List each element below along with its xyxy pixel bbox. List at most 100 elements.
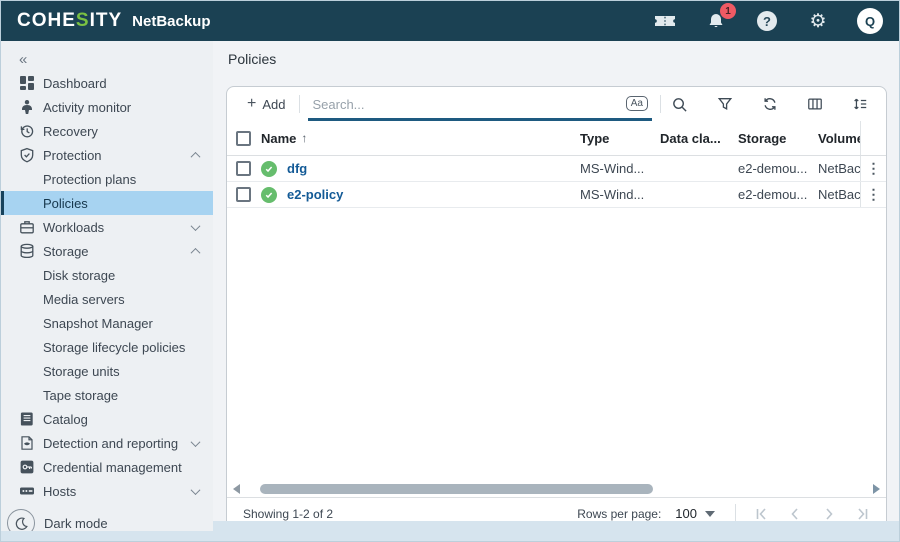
header-data-classification[interactable]: Data cla... (660, 131, 738, 146)
cell-storage: e2-demou... (738, 161, 818, 176)
window-bottom-strip (213, 521, 899, 531)
credential-key-icon (19, 459, 35, 475)
scrollbar-thumb[interactable] (260, 484, 654, 494)
next-page-button[interactable] (820, 505, 838, 523)
chevron-up-icon (191, 247, 201, 257)
policy-name-link[interactable]: dfg (287, 161, 307, 176)
chevron-down-icon (191, 221, 201, 231)
chevron-down-icon (191, 485, 201, 495)
toolbar-divider (299, 95, 300, 113)
sidebar-item-storage[interactable]: Storage (1, 239, 213, 263)
search-icon[interactable] (669, 94, 689, 114)
table-row: e2-policy MS-Wind... e2-demou... NetBac … (227, 182, 886, 208)
page-title: Policies (228, 51, 276, 67)
status-ok-icon (261, 161, 277, 177)
refresh-icon[interactable] (760, 94, 780, 114)
columns-icon[interactable] (805, 94, 825, 114)
notification-badge: 1 (720, 3, 736, 19)
header-volume-pool[interactable]: Volume p (818, 131, 860, 146)
dashboard-icon (19, 75, 35, 91)
sidebar-item-hosts[interactable]: Hosts (1, 479, 213, 503)
row-checkbox[interactable] (236, 187, 251, 202)
ticket-icon[interactable] (653, 9, 677, 33)
sidebar-item-disk-storage[interactable]: Disk storage (1, 263, 213, 287)
sidebar-collapse-button[interactable]: « (1, 47, 213, 71)
sidebar: « Dashboard Activity monitor Recovery Pr… (1, 41, 213, 531)
help-icon[interactable]: ? (755, 9, 779, 33)
search-input[interactable] (308, 97, 621, 112)
table-empty-area (227, 208, 886, 481)
header-name[interactable]: Name ↑ (261, 131, 580, 146)
status-ok-icon (261, 187, 277, 203)
sidebar-item-media-servers[interactable]: Media servers (1, 287, 213, 311)
sidebar-item-detection-and-reporting[interactable]: Detection and reporting (1, 431, 213, 455)
window-bottom-strip (1, 531, 899, 541)
main-content: Policies + Add Aa (213, 41, 899, 531)
sort-ascending-icon: ↑ (301, 131, 307, 145)
detection-report-icon (19, 435, 35, 451)
row-actions-kebab-icon[interactable]: ⋮ (867, 186, 881, 203)
sidebar-item-activity-monitor[interactable]: Activity monitor (1, 95, 213, 119)
sidebar-item-policies[interactable]: Policies (1, 191, 213, 215)
row-density-icon[interactable] (850, 94, 870, 114)
first-page-button[interactable] (752, 505, 770, 523)
table-row: dfg MS-Wind... e2-demou... NetBac ⋮ (227, 156, 886, 182)
sidebar-item-protection[interactable]: Protection (1, 143, 213, 167)
row-checkbox[interactable] (236, 161, 251, 176)
toolbar-divider (660, 95, 661, 113)
sidebar-item-workloads[interactable]: Workloads (1, 215, 213, 239)
filter-icon[interactable] (715, 94, 735, 114)
catalog-book-icon (19, 411, 35, 427)
activity-monitor-icon (19, 99, 35, 115)
rows-per-page-label: Rows per page: (577, 507, 661, 521)
sidebar-item-recovery[interactable]: Recovery (1, 119, 213, 143)
scroll-right-arrow[interactable] (873, 484, 880, 494)
sidebar-item-storage-units[interactable]: Storage units (1, 359, 213, 383)
cell-volume-pool: NetBac (818, 161, 860, 176)
header-storage[interactable]: Storage (738, 131, 818, 146)
match-case-toggle[interactable]: Aa (626, 96, 648, 111)
header-checkbox-cell (227, 131, 261, 146)
topbar-actions: 1 ? ⚙ Q (653, 8, 883, 34)
notifications-bell-icon[interactable]: 1 (704, 9, 728, 33)
showing-count: Showing 1-2 of 2 (243, 507, 333, 521)
sidebar-item-storage-lifecycle-policies[interactable]: Storage lifecycle policies (1, 335, 213, 359)
rows-per-page-select[interactable]: 100 (675, 506, 697, 521)
table-toolbar: + Add Aa (227, 87, 886, 121)
sidebar-item-snapshot-manager[interactable]: Snapshot Manager (1, 311, 213, 335)
logo-green-s: S (76, 10, 90, 31)
rows-per-page-caret-icon[interactable] (705, 511, 715, 517)
sidebar-item-credential-management[interactable]: Credential management (1, 455, 213, 479)
policy-name-link[interactable]: e2-policy (287, 187, 343, 202)
app-window: COHESITY NetBackup 1 ? ⚙ Q « D (0, 0, 900, 542)
row-actions-kebab-icon[interactable]: ⋮ (867, 160, 881, 177)
sidebar-item-dashboard[interactable]: Dashboard (1, 71, 213, 95)
cell-volume-pool: NetBac (818, 187, 860, 202)
scrollbar-track[interactable] (244, 484, 869, 494)
moon-icon (7, 509, 35, 531)
add-button[interactable]: + Add (241, 92, 291, 116)
cohesity-logo: COHESITY (17, 10, 122, 32)
brand-logo: COHESITY NetBackup (17, 10, 211, 32)
header-type[interactable]: Type (580, 131, 660, 146)
dark-mode-toggle[interactable]: Dark mode (1, 509, 213, 531)
last-page-button[interactable] (854, 505, 872, 523)
policies-panel: + Add Aa (226, 86, 887, 530)
horizontal-scrollbar (227, 481, 886, 497)
collapse-chevrons-icon: « (19, 51, 27, 68)
previous-page-button[interactable] (786, 505, 804, 523)
scroll-left-arrow[interactable] (233, 484, 240, 494)
settings-gear-icon[interactable]: ⚙ (806, 9, 830, 33)
pagination-controls (752, 505, 872, 523)
table-tools (715, 94, 870, 114)
workloads-briefcase-icon (19, 219, 35, 235)
top-bar: COHESITY NetBackup 1 ? ⚙ Q (1, 1, 899, 41)
cell-type: MS-Wind... (580, 187, 660, 202)
plus-icon: + (247, 96, 256, 112)
select-all-checkbox[interactable] (236, 131, 251, 146)
user-avatar[interactable]: Q (857, 8, 883, 34)
sidebar-item-tape-storage[interactable]: Tape storage (1, 383, 213, 407)
sidebar-item-catalog[interactable]: Catalog (1, 407, 213, 431)
storage-database-icon (19, 243, 35, 259)
sidebar-item-protection-plans[interactable]: Protection plans (1, 167, 213, 191)
